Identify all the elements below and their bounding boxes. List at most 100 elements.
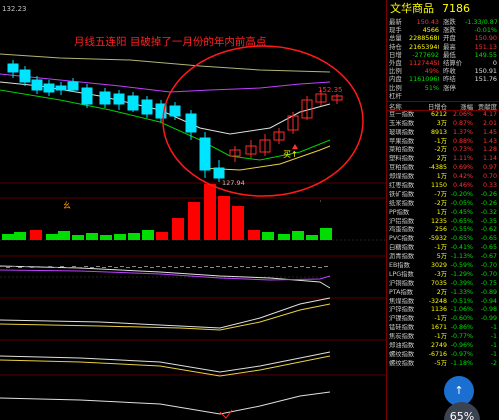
candle-body [43, 83, 55, 93]
list-item[interactable]: PTA指数 2万 -1.33% -0.89 [387, 289, 499, 298]
indicator-tick [156, 266, 160, 267]
list-item[interactable]: 锰硅指数 1671 -0.86% -1 [387, 324, 499, 333]
list-item[interactable]: 塑料指数 2万 1.11% 1.14 [387, 155, 499, 164]
list-item[interactable]: 玻璃指数 8913 1.37% 1.45 [387, 129, 499, 138]
quote-label: 涨跌 [443, 26, 456, 35]
item-volume: 1235 [430, 217, 447, 225]
item-volume: 1136 [430, 306, 447, 314]
quote-label: 总量 [389, 34, 402, 43]
list-item[interactable]: 沪铝指数 1235 -0.65% -0.35 [387, 218, 499, 227]
item-change: -0.77% [450, 333, 473, 341]
item-volume: 2万 [436, 288, 447, 296]
indicator-tick [234, 267, 238, 268]
quote-label: 内盘 [389, 75, 402, 84]
item-volume: -2万 [434, 146, 447, 154]
item-volume: 5万 [436, 253, 447, 261]
list-item[interactable]: 铁矿指数 -7万 -0.20% -0.26 [387, 191, 499, 200]
list-item[interactable]: 沥青指数 5万 -1.13% -0.67 [387, 253, 499, 262]
indicator-tick [306, 267, 310, 268]
quote-label: 最低 [443, 50, 456, 59]
item-name: 螺纹指数 [389, 359, 415, 367]
indicator-tick [114, 267, 118, 268]
list-item[interactable]: 焦煤指数 -3248 -0.51% -0.94 [387, 298, 499, 307]
list-item[interactable]: 豆一指数 6212 2.06% 4.17 [387, 111, 499, 120]
indicator-tick [18, 267, 22, 268]
item-name: 锰硅指数 [389, 324, 415, 332]
indicator-tick [90, 267, 94, 268]
list-item[interactable]: 焦炭指数 -1万 -0.77% -1 [387, 333, 499, 342]
col-contrib[interactable]: 贡献度 [473, 102, 499, 111]
list-item[interactable]: 郑煤指数 1万 0.42% 0.70 [387, 173, 499, 182]
list-item[interactable]: 玉米指数 3万 0.87% 2.01 [387, 120, 499, 129]
item-name: 玉米指数 [389, 119, 415, 127]
list-item[interactable]: PP指数 1万 -0.45% -0.32 [387, 209, 499, 218]
item-change: 2.06% [452, 110, 473, 118]
list-item[interactable]: 白糖指数 -1万 -0.41% -0.65 [387, 244, 499, 253]
indicator-tick [174, 267, 178, 268]
quote-row: 最新 150.43 涨跌 -1.33/0.87% [387, 18, 499, 26]
list-item[interactable]: 沪铜指数 7035 -0.39% -0.75 [387, 280, 499, 289]
quote-value [465, 92, 497, 100]
indicator-tick [246, 267, 250, 268]
indicator-tick [54, 267, 58, 268]
indicator-tick [228, 266, 232, 267]
quote-label: 最新 [389, 18, 402, 26]
item-volume: -5932 [428, 235, 447, 243]
list-item[interactable]: 郑油指数 2749 -0.96% -1 [387, 342, 499, 351]
candle-body [19, 69, 31, 83]
quote-row: 现手 4566 涨跌 -0.01% [387, 26, 499, 34]
indicator-tick [186, 267, 190, 268]
list-item[interactable]: 红枣指数 1150 0.46% 0.33 [387, 182, 499, 191]
indicator-tick [78, 267, 82, 268]
quote-label: 比例 [389, 67, 402, 76]
item-name: 玻璃指数 [389, 128, 415, 136]
item-volume: -1万 [434, 333, 447, 341]
item-name: 铁矿指数 [389, 190, 415, 198]
item-name: 沪锌指数 [389, 306, 415, 314]
item-name: 沥青指数 [389, 253, 415, 261]
list-item[interactable]: PVC指数 -5932 -0.65% -0.65 [387, 235, 499, 244]
quote-label: 比例 [389, 83, 402, 92]
item-change: 1.11% [452, 155, 473, 163]
list-item[interactable]: 鸡蛋指数 256 -0.55% -0.62 [387, 226, 499, 235]
quote-value: -0.01% [474, 26, 497, 35]
volume-bar [142, 230, 154, 240]
list-item[interactable]: 纸浆指数 -2万 -0.05% -0.26 [387, 200, 499, 209]
volume-bar [72, 235, 84, 240]
list-item[interactable]: EB指数 3029 -0.59% -0.70 [387, 262, 499, 271]
indicator-tick [168, 266, 172, 267]
kline-chart-area[interactable]: 132.23 152.35 127.94 买↑ 幺 [0, 0, 386, 420]
item-contrib: -0.89 [480, 288, 497, 296]
list-item[interactable]: 沪镍指数 -1万 -0.60% -0.99 [387, 315, 499, 324]
item-contrib: -0.35 [480, 217, 497, 225]
indicator-tick [102, 267, 106, 268]
item-name: 鸡蛋指数 [389, 226, 415, 234]
list-item[interactable]: 菜粕指数 -2万 0.73% 1.28 [387, 146, 499, 155]
item-contrib: -0.94 [480, 297, 497, 305]
list-item[interactable]: 螺纹指数 -6716 -0.97% -1 [387, 351, 499, 360]
list-item[interactable]: 沪锌指数 1136 -1.06% -0.98 [387, 306, 499, 315]
candle-body [81, 87, 93, 105]
col-volume[interactable]: 日增仓 [420, 102, 447, 111]
volume-bar [248, 230, 260, 240]
col-change[interactable]: 涨幅 [447, 102, 473, 111]
indicator-tick [60, 266, 64, 267]
list-item[interactable]: 螺纹指数 -5万 -1.18% -2 [387, 360, 499, 369]
quote-label: 昨收 [443, 67, 456, 76]
item-name: 苹果指数 [389, 137, 415, 145]
item-contrib: -0.26 [480, 199, 497, 207]
volume-bar [86, 233, 98, 240]
list-item[interactable]: LPG指数 -3万 -1.29% -0.70 [387, 271, 499, 280]
indicator-tick [276, 266, 280, 267]
item-contrib: -0.99 [480, 315, 497, 323]
list-item[interactable]: 豆粕指数 -4385 0.69% 0.97 [387, 164, 499, 173]
quote-row: 内盘 11610968 昨结 151.76 [387, 75, 499, 83]
quote-table: 最新 150.43 涨跌 -1.33/0.87% 现手 4566 涨跌 -0.01% 总量 228… [387, 18, 499, 100]
volume-bar [100, 235, 112, 240]
quote-value: 22885688 [409, 34, 439, 43]
candle-body [169, 105, 181, 117]
indicator-tick [264, 266, 268, 267]
col-name[interactable]: 名称 [387, 102, 420, 111]
quote-side-panel: 文华商品 7186 最新 150.43 涨跌 -1.33/0.87% 现手 4566 涨跌 -0… [386, 0, 499, 420]
list-item[interactable]: 苹果指数 -1万 0.88% 1.43 [387, 138, 499, 147]
